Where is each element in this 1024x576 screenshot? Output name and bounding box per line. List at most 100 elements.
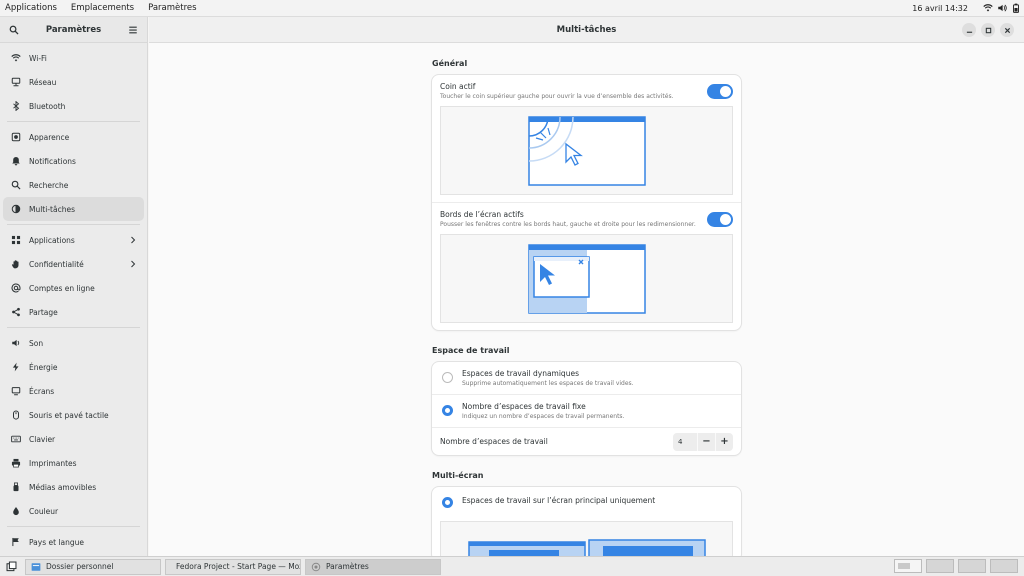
section-title-workspaces: Espace de travail bbox=[432, 346, 510, 355]
active-edges-title: Bords de l’écran actifs bbox=[440, 210, 524, 219]
sidebar-item-online-accounts[interactable]: Comptes en ligne bbox=[3, 276, 144, 300]
sidebar-item-label: Comptes en ligne bbox=[29, 283, 95, 293]
primary-only-row[interactable]: Espaces de travail sur l’écran principal… bbox=[432, 487, 741, 515]
sidebar-item-color[interactable]: Couleur bbox=[3, 499, 144, 523]
sidebar-item-bluetooth[interactable]: Bluetooth bbox=[3, 94, 144, 118]
workspace-count-label: Nombre d’espaces de travail bbox=[440, 437, 548, 446]
sidebar-item-label: Confidentialité bbox=[29, 259, 84, 269]
sidebar-item-label: Partage bbox=[29, 307, 58, 317]
dynamic-workspaces-title: Espaces de travail dynamiques bbox=[462, 369, 579, 378]
speaker-icon bbox=[10, 338, 21, 349]
sidebar-item-search[interactable]: Recherche bbox=[3, 173, 144, 197]
display-icon bbox=[10, 386, 21, 397]
multiscreen-diagram bbox=[467, 539, 706, 556]
workspace-count-input[interactable]: 4 bbox=[673, 432, 697, 451]
at-icon bbox=[10, 283, 21, 294]
dynamic-workspaces-row[interactable]: Espaces de travail dynamiques Supprime a… bbox=[432, 362, 741, 394]
fixed-workspaces-row[interactable]: Nombre d’espaces de travail fixe Indique… bbox=[432, 394, 741, 427]
hamburger-menu-icon[interactable] bbox=[126, 23, 140, 37]
sidebar-item-keyboard[interactable]: Clavier bbox=[3, 427, 144, 451]
sidebar-item-wifi[interactable]: Wi-Fi bbox=[3, 46, 144, 70]
wifi-icon[interactable] bbox=[982, 2, 994, 14]
sidebar-item-label: Bluetooth bbox=[29, 101, 66, 111]
section-title-general: Général bbox=[432, 59, 468, 68]
sidebar: Paramètres Wi-Fi Réseau Bluetooth Appare… bbox=[0, 17, 148, 556]
bluetooth-icon bbox=[10, 101, 21, 112]
battery-icon[interactable] bbox=[1010, 2, 1022, 14]
task-label: Fedora Project - Start Page — Moz… bbox=[176, 562, 301, 571]
menu-applications[interactable]: Applications bbox=[0, 3, 64, 13]
keyboard-icon bbox=[10, 434, 21, 445]
workspace-1[interactable] bbox=[894, 559, 922, 573]
task-firefox[interactable]: Fedora Project - Start Page — Moz… bbox=[165, 558, 301, 575]
sidebar-item-sound[interactable]: Son bbox=[3, 331, 144, 355]
minimize-button[interactable] bbox=[962, 23, 976, 37]
sidebar-item-removable-media[interactable]: Médias amovibles bbox=[3, 475, 144, 499]
window-controls bbox=[962, 23, 1014, 37]
sidebar-item-label: Clavier bbox=[29, 434, 56, 444]
decrement-button[interactable]: − bbox=[697, 432, 715, 451]
show-desktop-button[interactable] bbox=[3, 559, 19, 575]
sidebar-item-label: Wi-Fi bbox=[29, 53, 47, 63]
flag-icon bbox=[10, 537, 21, 548]
desktop-icon bbox=[6, 561, 16, 572]
menu-places[interactable]: Emplacements bbox=[64, 3, 141, 13]
primary-only-title: Espaces de travail sur l’écran principal… bbox=[462, 496, 656, 505]
sidebar-item-label: Multi-tâches bbox=[29, 204, 75, 214]
chevron-right-icon bbox=[131, 260, 136, 268]
sidebar-item-appearance[interactable]: Apparence bbox=[3, 125, 144, 149]
multiscreen-card: Espaces de travail sur l’écran principal… bbox=[432, 487, 741, 556]
sidebar-item-region[interactable]: Pays et langue bbox=[3, 530, 144, 554]
workspace-count-row: Nombre d’espaces de travail 4 − + bbox=[432, 427, 741, 455]
workspace-2[interactable] bbox=[926, 559, 954, 573]
fixed-workspaces-subtitle: Indiquez un nombre d’espaces de travail … bbox=[462, 413, 625, 420]
taskbar: Dossier personnel Fedora Project - Start… bbox=[0, 556, 1024, 576]
primary-only-radio[interactable] bbox=[442, 497, 453, 508]
sidebar-separator bbox=[7, 121, 140, 122]
sidebar-header: Paramètres bbox=[0, 17, 147, 43]
sidebar-item-privacy[interactable]: Confidentialité bbox=[3, 252, 144, 276]
menu-settings[interactable]: Paramètres bbox=[141, 3, 203, 13]
workspace-4[interactable] bbox=[990, 559, 1018, 573]
active-edges-switch[interactable] bbox=[707, 212, 733, 227]
sidebar-item-power[interactable]: Énergie bbox=[3, 355, 144, 379]
apps-icon bbox=[10, 235, 21, 246]
sidebar-item-displays[interactable]: Écrans bbox=[3, 379, 144, 403]
settings-content: Général Coin actif Toucher le coin supér… bbox=[432, 55, 741, 556]
clock[interactable]: 16 avril 14:32 bbox=[912, 4, 968, 13]
dynamic-workspaces-radio[interactable] bbox=[442, 372, 453, 383]
top-panel: Applications Emplacements Paramètres 16 … bbox=[0, 0, 1024, 17]
settings-icon bbox=[311, 562, 321, 571]
sidebar-item-sharing[interactable]: Partage bbox=[3, 300, 144, 324]
sidebar-item-printers[interactable]: Imprimantes bbox=[3, 451, 144, 475]
workspace-3[interactable] bbox=[958, 559, 986, 573]
sidebar-item-label: Couleur bbox=[29, 506, 59, 516]
share-icon bbox=[10, 307, 21, 318]
sidebar-item-label: Applications bbox=[29, 235, 75, 245]
task-settings[interactable]: Paramètres bbox=[305, 558, 441, 575]
task-home-folder[interactable]: Dossier personnel bbox=[25, 558, 161, 575]
search-icon[interactable] bbox=[7, 23, 21, 37]
sidebar-item-label: Apparence bbox=[29, 132, 70, 142]
task-label: Paramètres bbox=[326, 562, 369, 571]
sidebar-item-applications[interactable]: Applications bbox=[3, 228, 144, 252]
fixed-workspaces-radio[interactable] bbox=[442, 405, 453, 416]
maximize-button[interactable] bbox=[981, 23, 995, 37]
hot-corner-switch[interactable] bbox=[707, 84, 733, 99]
hot-corner-diagram bbox=[527, 115, 646, 186]
multitasking-icon bbox=[10, 204, 21, 215]
volume-icon[interactable] bbox=[996, 2, 1008, 14]
folder-icon bbox=[31, 562, 41, 571]
sidebar-item-label: Écrans bbox=[29, 386, 55, 396]
active-edges-row: Bords de l’écran actifs Pousser les fenê… bbox=[432, 202, 741, 330]
fixed-workspaces-title: Nombre d’espaces de travail fixe bbox=[462, 402, 586, 411]
sidebar-item-multitasking[interactable]: Multi-tâches bbox=[3, 197, 144, 221]
increment-button[interactable]: + bbox=[715, 432, 733, 451]
active-edges-illustration bbox=[440, 234, 733, 323]
section-title-multiscreen: Multi-écran bbox=[432, 471, 484, 480]
sidebar-item-notifications[interactable]: Notifications bbox=[3, 149, 144, 173]
close-button[interactable] bbox=[1000, 23, 1014, 37]
sidebar-item-network[interactable]: Réseau bbox=[3, 70, 144, 94]
sidebar-item-mouse[interactable]: Souris et pavé tactile bbox=[3, 403, 144, 427]
main-header: Multi-tâches bbox=[149, 17, 1024, 43]
